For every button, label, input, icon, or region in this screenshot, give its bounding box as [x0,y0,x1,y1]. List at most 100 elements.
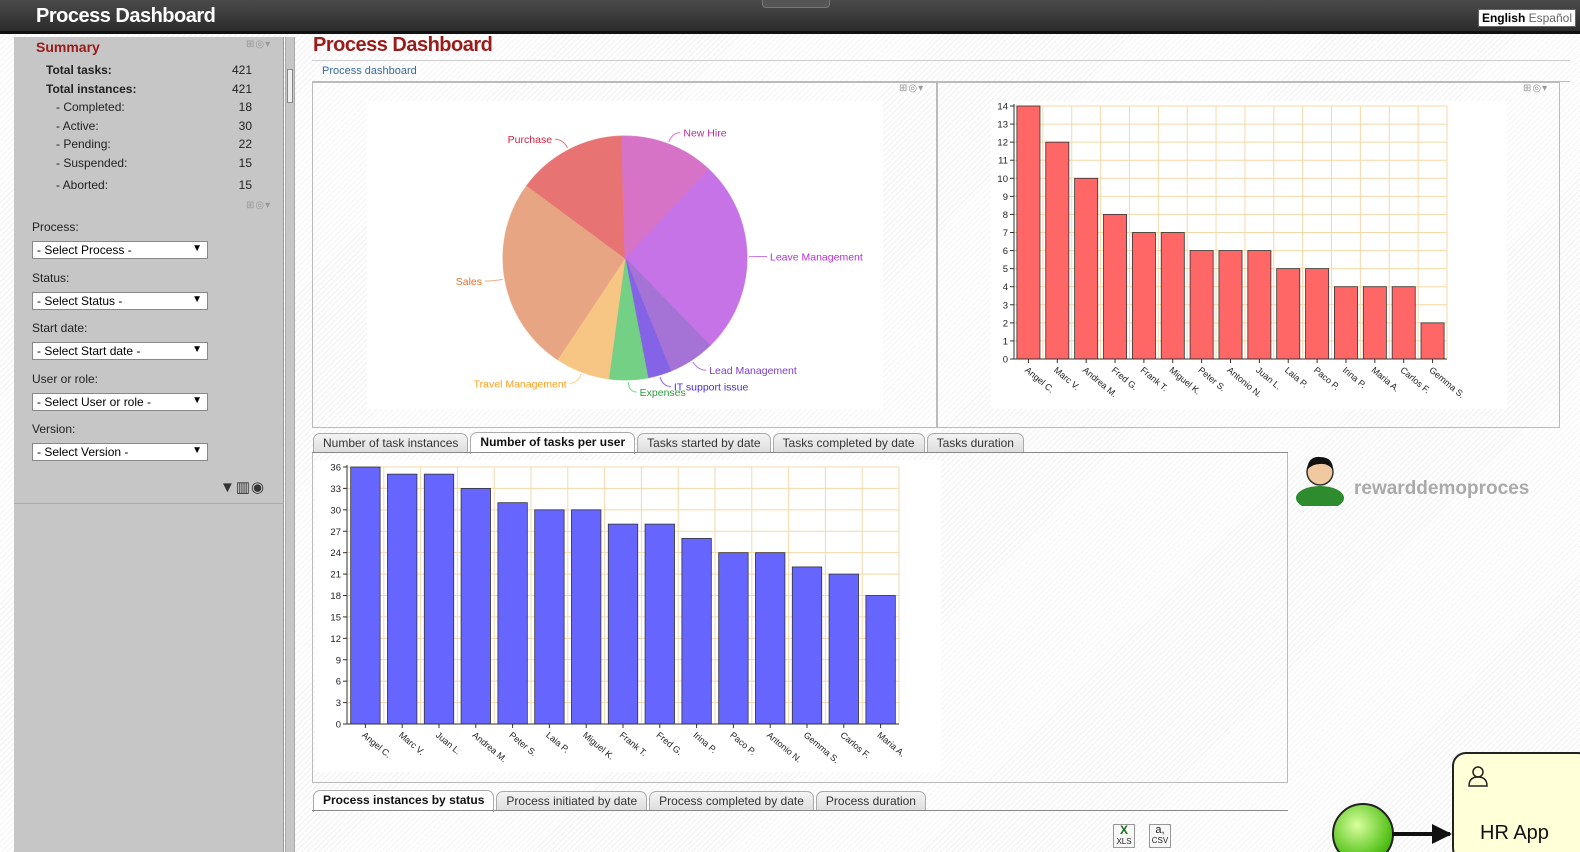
splitter-toggle[interactable] [287,69,293,103]
y-tick-label: 30 [330,505,341,516]
language-switcher: English Español [1477,9,1576,27]
x-tick-label: Carlos F. [839,730,873,760]
user-task[interactable]: HR App [1452,752,1580,852]
start-event[interactable] [1332,803,1394,852]
summary-row: - Pending: 22 [14,137,264,155]
x-tick-label: Angel C. [1023,365,1056,395]
tab-process-duration[interactable]: Process duration [815,791,926,811]
bar-gadget-controls[interactable]: ⊞◎▾ [1523,83,1548,94]
tab-tasks-duration[interactable]: Tasks duration [926,433,1024,453]
y-tick-label: 0 [1003,355,1008,366]
summary-title: Summary [36,39,100,55]
tab-process-instances-by-status[interactable]: Process instances by status [313,790,495,812]
bar[interactable] [607,523,639,725]
y-tick-label: 15 [330,612,341,623]
bar[interactable] [755,552,786,725]
bar[interactable] [571,509,602,725]
bar[interactable] [1218,250,1243,360]
filter-select[interactable]: - Select Status - ▼ [32,291,208,310]
filter-selected-value: - Select Start date - [37,344,141,359]
chevron-down-icon: ▼ [192,344,202,356]
pie-label: New Hire [683,128,726,140]
bar[interactable] [681,537,712,725]
y-tick-label: 14 [997,102,1008,113]
process-name: rewarddemoproces [1354,478,1530,499]
pie-leader-line [485,278,503,282]
y-tick-label: 1 [1003,336,1008,347]
x-tick-label: Paco P. [1312,365,1342,392]
summary-gadget-controls[interactable]: ⊞◎▾ [246,39,271,50]
bar[interactable] [1362,286,1387,360]
pie-gadget-controls[interactable]: ⊞◎▾ [899,83,924,94]
y-tick-label: 12 [330,634,341,645]
bar[interactable] [791,566,823,725]
bar[interactable] [644,523,675,725]
tab-process-completed-by-date[interactable]: Process completed by date [649,791,814,811]
tasks-bar-panel: ⊞◎▾ 0 1 2 3 4 5 6 7 8 9 10 11 12 13 14 Angel C. Marc V. A… [937,82,1560,428]
bar[interactable] [350,466,381,725]
breadcrumb: Process dashboard [312,60,1570,82]
page-title: Process Dashboard [313,34,493,56]
x-tick-label: Peter S. [507,730,538,759]
bar[interactable] [423,473,455,725]
filter-label: Status: [32,270,70,285]
x-tick-label: Irina P. [1341,365,1368,390]
language-english[interactable]: English [1482,11,1525,25]
bar[interactable] [1103,214,1127,360]
summary-row: - Active: 30 [14,119,264,137]
bar[interactable] [534,509,565,725]
bar[interactable] [1160,232,1185,360]
bar[interactable] [1045,141,1070,360]
filter-select[interactable]: - Select User or role - ▼ [32,392,208,411]
filter-gadget-controls[interactable]: ⊞◎▾ [246,200,271,211]
bar[interactable] [1334,286,1358,360]
filter-select[interactable]: - Select Process - ▼ [32,241,208,259]
bar[interactable] [1391,286,1416,360]
pie-leader-line [668,132,681,143]
csv-export-icon[interactable]: a, CSV [1149,824,1171,848]
bar[interactable] [460,488,491,725]
top-bar: Process Dashboard English Español [0,0,1580,34]
filter-label: Start date: [32,321,88,336]
bar[interactable] [1074,177,1099,360]
red-bar-chart-area: 0 1 2 3 4 5 6 7 8 9 10 11 12 13 14 Angel C. Marc V. Andre… [991,101,1507,409]
bar[interactable] [1131,232,1156,360]
tab-tasks-started-by-date[interactable]: Tasks started by date [637,433,771,453]
excel-export-icon[interactable]: X XLS [1113,824,1135,848]
tab-process-initiated-by-date[interactable]: Process initiated by date [496,791,648,811]
sidebar-divider [14,503,284,504]
y-tick-label: 36 [330,463,341,474]
pie-chart-area: Leave Management Lead Management IT suppor… [367,101,883,409]
y-tick-label: 11 [998,156,1008,167]
bar[interactable] [828,573,859,725]
language-spanish[interactable]: Español [1529,11,1572,25]
bar[interactable] [1420,322,1445,360]
sidebar-splitter[interactable] [285,37,295,852]
bar[interactable] [1276,268,1301,360]
bar[interactable] [497,502,528,725]
filter-select[interactable]: - Select Start date - ▼ [32,342,208,361]
collapse-handle[interactable] [762,0,830,8]
breadcrumb-link[interactable]: Process dashboard [322,65,417,77]
summary-label: - Suspended: [56,156,128,170]
funnel-icon[interactable]: ▼ [220,479,236,496]
y-tick-label: 9 [336,655,341,666]
bar[interactable] [1016,105,1041,360]
filter-tools: ▼▥◉ [220,478,265,496]
tab-number-of-tasks-per-user[interactable]: Number of tasks per user [470,432,636,454]
refresh-icon[interactable]: ◉ [251,479,265,496]
pie-leader-line [659,376,671,388]
tab-tasks-completed-by-date[interactable]: Tasks completed by date [772,433,925,453]
y-tick-label: 8 [1003,210,1008,221]
x-tick-label: Andrea M. [471,730,509,764]
trash-icon[interactable]: ▥ [236,479,251,496]
filter-label: User or role: [32,371,99,386]
filter-select[interactable]: - Select Version - ▼ [32,443,208,462]
bar[interactable] [1247,250,1272,360]
bar[interactable] [865,595,896,725]
bar[interactable] [387,473,418,725]
bar[interactable] [1189,250,1214,360]
bar[interactable] [1305,268,1330,360]
tab-number-of-task-instances[interactable]: Number of task instances [313,433,469,453]
bar[interactable] [718,552,749,725]
